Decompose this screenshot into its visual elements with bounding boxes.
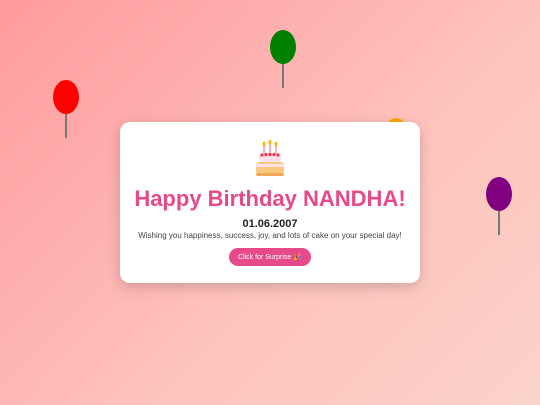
balloon-body [53, 80, 79, 114]
surprise-button[interactable]: Click for Surprise 🎉 [229, 248, 311, 266]
birth-date: 01.06.2007 [242, 218, 298, 230]
birthday-card: Happy Birthday NANDHA! 01.06.2007 Wishin… [120, 122, 420, 283]
red-balloon [53, 80, 81, 138]
green-balloon [270, 30, 298, 88]
balloon-body [486, 177, 512, 211]
birthday-cake-icon [120, 140, 420, 180]
party-popper-icon: 🎉 [293, 254, 302, 261]
balloon-string [498, 211, 500, 235]
birthday-title: Happy Birthday NANDHA! [134, 186, 406, 211]
purple-balloon [486, 177, 514, 235]
birthday-message: Wishing you happiness, success, joy, and… [138, 231, 402, 240]
balloon-string [65, 114, 67, 138]
surprise-button-label: Click for Surprise [238, 254, 292, 261]
balloon-string [282, 64, 284, 88]
balloon-body [270, 30, 296, 64]
